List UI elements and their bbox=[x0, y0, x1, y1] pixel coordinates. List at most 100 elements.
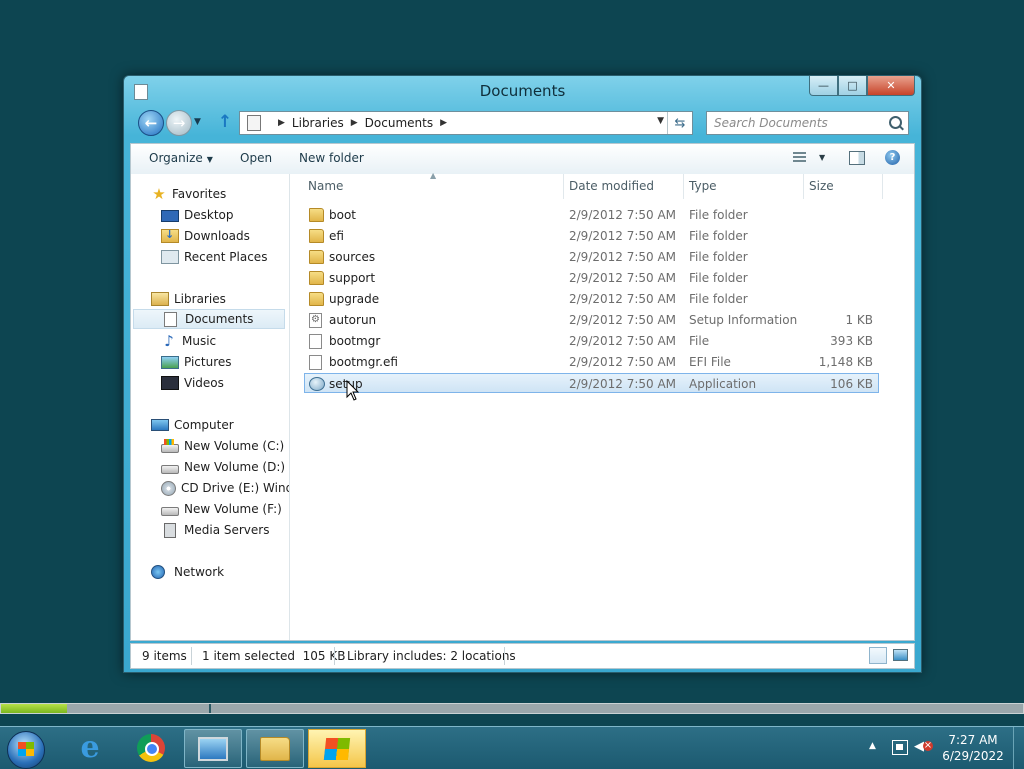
desktop-icon bbox=[161, 210, 179, 222]
taskbar-remote-desktop[interactable] bbox=[184, 729, 242, 768]
file-row-setup[interactable]: setup 2/9/2012 7:50 AM Application 106 K… bbox=[304, 373, 879, 393]
nav-music-label: Music bbox=[182, 334, 217, 348]
taskbar-clock[interactable]: 7:27 AM 6/29/2022 bbox=[940, 732, 1006, 764]
file-row-efi[interactable]: efi 2/9/2012 7:50 AM File folder bbox=[305, 226, 878, 246]
nav-recent-places[interactable]: Recent Places bbox=[161, 247, 267, 267]
file-icon bbox=[309, 334, 322, 349]
show-hidden-icons-button[interactable]: ▲ bbox=[869, 741, 876, 751]
nav-music[interactable]: ♪ Music bbox=[161, 331, 216, 351]
setup-progress-fill bbox=[1, 704, 68, 713]
status-divider bbox=[334, 647, 335, 665]
drive-icon bbox=[161, 464, 179, 474]
drive-icon bbox=[161, 506, 179, 516]
cd-drive-icon bbox=[161, 480, 176, 496]
column-header-size[interactable]: Size bbox=[809, 179, 834, 193]
recent-places-icon bbox=[161, 250, 179, 264]
chevron-right-icon[interactable]: ▶ bbox=[351, 118, 358, 128]
file-row-support[interactable]: support 2/9/2012 7:50 AM File folder bbox=[305, 268, 878, 288]
file-type: Application bbox=[689, 377, 757, 391]
search-box[interactable]: Search Documents bbox=[706, 111, 909, 135]
nav-cd-drive-e[interactable]: CD Drive (E:) Windows bbox=[161, 478, 289, 498]
network-status-icon[interactable] bbox=[892, 740, 908, 755]
file-row-upgrade[interactable]: upgrade 2/9/2012 7:50 AM File folder bbox=[305, 289, 878, 309]
column-divider[interactable] bbox=[563, 174, 564, 199]
nav-libraries[interactable]: Libraries bbox=[151, 289, 226, 309]
show-desktop-button[interactable] bbox=[1013, 727, 1024, 769]
file-row-bootmgr[interactable]: bootmgr 2/9/2012 7:50 AM File 393 KB bbox=[305, 331, 878, 351]
file-name: autorun bbox=[329, 313, 377, 327]
folder-icon bbox=[309, 250, 324, 264]
nav-documents[interactable]: Documents bbox=[133, 309, 285, 329]
new-folder-button[interactable]: New folder bbox=[299, 151, 364, 165]
file-size: 106 KB bbox=[830, 377, 873, 391]
column-divider[interactable] bbox=[683, 174, 684, 199]
taskbar-chrome[interactable] bbox=[123, 729, 179, 766]
minimize-button[interactable]: — bbox=[809, 76, 838, 96]
chrome-icon bbox=[137, 733, 165, 762]
nav-media-servers[interactable]: Media Servers bbox=[161, 520, 269, 540]
nav-drive-d-label: New Volume (D:) bbox=[184, 460, 286, 474]
file-date: 2/9/2012 7:50 AM bbox=[569, 355, 677, 369]
taskbar-windows-setup[interactable] bbox=[308, 729, 366, 768]
breadcrumb-documents[interactable]: Documents bbox=[365, 116, 433, 130]
maximize-button[interactable]: □ bbox=[838, 76, 867, 96]
file-name: sources bbox=[329, 250, 376, 264]
nav-media-servers-label: Media Servers bbox=[184, 523, 270, 537]
nav-desktop-label: Desktop bbox=[184, 208, 234, 222]
status-item-count: 9 items bbox=[142, 649, 187, 663]
navigation-pane[interactable]: ★ Favorites Desktop Downloads Recent Pla… bbox=[131, 174, 290, 640]
view-options-dropdown[interactable]: ▼ bbox=[819, 153, 825, 162]
file-row-bootmgr-efi[interactable]: bootmgr.efi 2/9/2012 7:50 AM EFI File 1,… bbox=[305, 352, 878, 372]
nav-pictures[interactable]: Pictures bbox=[161, 352, 232, 372]
nav-drive-c[interactable]: New Volume (C:) bbox=[161, 436, 284, 456]
column-header-name[interactable]: Name bbox=[308, 179, 343, 193]
nav-drive-d[interactable]: New Volume (D:) bbox=[161, 457, 285, 477]
nav-downloads[interactable]: Downloads bbox=[161, 226, 250, 246]
breadcrumb-libraries[interactable]: Libraries bbox=[292, 116, 344, 130]
chevron-right-icon[interactable]: ▶ bbox=[440, 118, 447, 128]
change-view-icon[interactable] bbox=[793, 152, 806, 163]
close-button[interactable]: ✕ bbox=[867, 76, 915, 96]
address-bar[interactable]: ▶ Libraries ▶ Documents ▶ ▼ ⇆ bbox=[239, 111, 693, 135]
forward-button[interactable]: → bbox=[166, 110, 192, 136]
column-header-date-modified[interactable]: Date modified bbox=[569, 179, 654, 193]
details-view-icon[interactable] bbox=[869, 647, 887, 664]
file-type: File folder bbox=[689, 208, 748, 222]
preview-pane-icon[interactable] bbox=[849, 151, 865, 165]
file-list[interactable]: ▲ Name Date modified Type Size boot 2/9/… bbox=[290, 171, 914, 640]
nav-drive-f[interactable]: New Volume (F:) bbox=[161, 499, 282, 519]
content-area: ★ Favorites Desktop Downloads Recent Pla… bbox=[130, 171, 915, 641]
search-icon[interactable] bbox=[889, 116, 902, 129]
folder-icon bbox=[309, 229, 324, 243]
clock-time: 7:27 AM bbox=[948, 733, 998, 747]
nav-network[interactable]: Network bbox=[151, 562, 224, 582]
nav-videos[interactable]: Videos bbox=[161, 373, 224, 393]
nav-computer[interactable]: Computer bbox=[151, 415, 234, 435]
taskbar-internet-explorer[interactable]: e bbox=[62, 729, 118, 766]
back-button[interactable]: ← bbox=[138, 110, 164, 136]
clock-date: 6/29/2022 bbox=[942, 749, 1004, 763]
refresh-button[interactable]: ⇆ bbox=[667, 112, 692, 134]
column-divider[interactable] bbox=[882, 174, 883, 199]
column-divider[interactable] bbox=[803, 174, 804, 199]
status-library-info: Library includes: 2 locations bbox=[347, 649, 516, 663]
navigation-row: ← → ▼ ↑ ▶ Libraries ▶ Documents ▶ ▼ ⇆ Se… bbox=[134, 109, 915, 137]
nav-desktop[interactable]: Desktop bbox=[161, 205, 234, 225]
recent-locations-dropdown[interactable]: ▼ bbox=[194, 117, 204, 127]
file-row-autorun[interactable]: autorun 2/9/2012 7:50 AM Setup Informati… bbox=[305, 310, 878, 330]
taskbar-file-explorer[interactable] bbox=[246, 729, 304, 768]
column-header-type[interactable]: Type bbox=[689, 179, 717, 193]
chevron-right-icon[interactable]: ▶ bbox=[278, 118, 285, 128]
up-one-level-button[interactable]: ↑ bbox=[216, 112, 234, 132]
large-icons-view-icon[interactable] bbox=[893, 649, 908, 661]
file-row-boot[interactable]: boot 2/9/2012 7:50 AM File folder bbox=[305, 205, 878, 225]
file-row-sources[interactable]: sources 2/9/2012 7:50 AM File folder bbox=[305, 247, 878, 267]
address-history-dropdown[interactable]: ▼ bbox=[657, 116, 664, 126]
volume-muted-icon[interactable]: ◀ bbox=[914, 739, 933, 755]
start-button[interactable] bbox=[7, 731, 45, 769]
organize-button[interactable]: Organize ▼ bbox=[149, 151, 213, 165]
nav-favorites[interactable]: ★ Favorites bbox=[151, 184, 226, 204]
file-date: 2/9/2012 7:50 AM bbox=[569, 377, 677, 391]
open-button[interactable]: Open bbox=[240, 151, 272, 165]
help-icon[interactable]: ? bbox=[885, 150, 900, 165]
